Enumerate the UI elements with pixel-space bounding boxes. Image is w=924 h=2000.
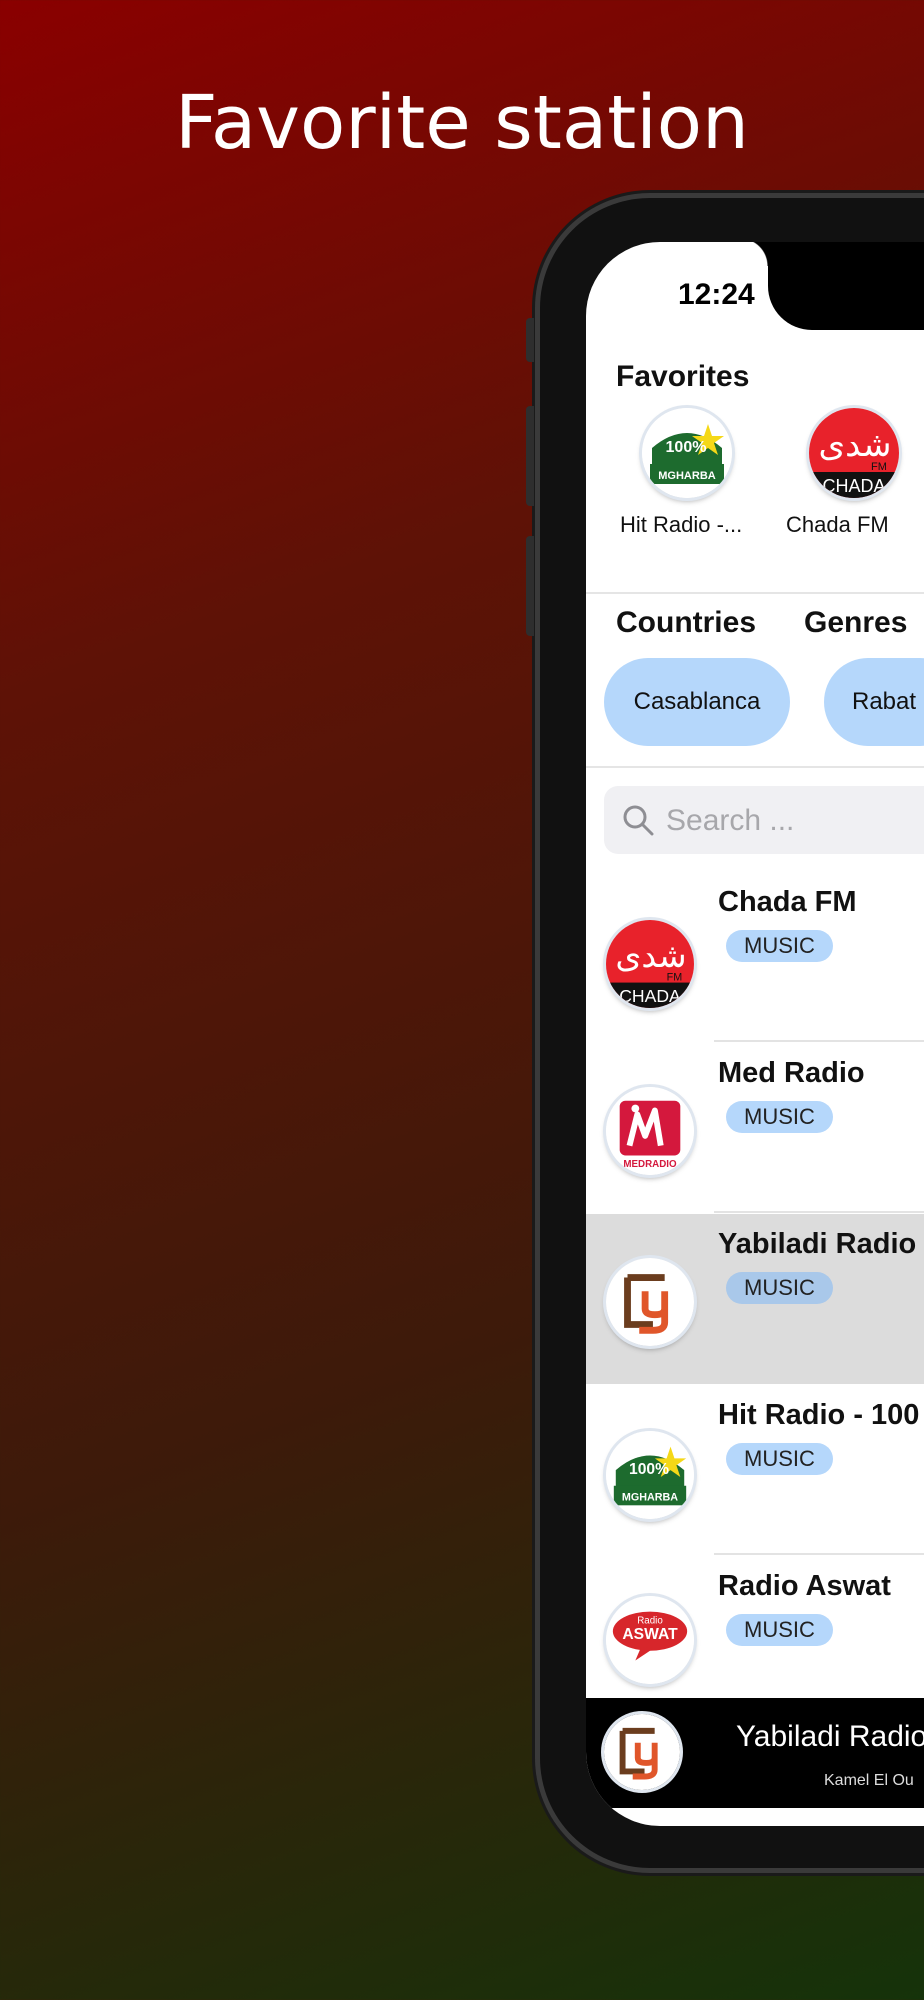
svg-text:100%: 100% (666, 439, 707, 456)
svg-text:MGHARBA: MGHARBA (658, 470, 715, 482)
genres-tab[interactable]: Genres (804, 606, 907, 640)
notch (740, 242, 924, 330)
hit-radio-logo: 100% MGHARBA (642, 408, 732, 498)
genre-badge: MUSIC (726, 930, 833, 962)
yabiladi-logo (604, 1714, 680, 1790)
favorite-item-chada-fm[interactable]: شدى FM CHADA Chada FM (771, 402, 924, 542)
search-input[interactable] (664, 796, 924, 846)
svg-text:MEDRADIO: MEDRADIO (623, 1159, 677, 1170)
genre-badge: MUSIC (726, 1443, 833, 1475)
genre-badge: MUSIC (726, 1614, 833, 1646)
station-row-chada-fm[interactable]: شدى FM CHADA Chada FM MUSIC (586, 872, 924, 1042)
favorites-title: Favorites (616, 360, 750, 393)
station-name: Chada FM (718, 886, 857, 918)
station-row-yabiladi-radio[interactable]: Yabiladi Radio MUSIC (586, 1214, 924, 1384)
countries-tab[interactable]: Countries (616, 606, 756, 640)
station-name: Yabiladi Radio (718, 1228, 917, 1260)
chada-fm-logo: شدى FM CHADA (606, 920, 694, 1008)
row-separator (714, 1040, 924, 1042)
station-name: Hit Radio - 100 (718, 1399, 920, 1431)
station-row-med-radio[interactable]: MEDRADIO Med Radio MUSIC (586, 1043, 924, 1213)
station-row-hit-radio[interactable]: 100% MGHARBA Hit Radio - 100 MUSIC (586, 1385, 924, 1555)
now-playing-subtitle: Kamel El Ou (824, 1772, 914, 1789)
phone-screen: 12:24 Favorites 100% MGHARBA Hit Radio -… (586, 242, 924, 1826)
hit-radio-logo: 100% MGHARBA (606, 1431, 694, 1519)
svg-text:شدى: شدى (615, 936, 686, 975)
favorite-label: Hit Radio -... (620, 512, 743, 537)
genre-badge: MUSIC (726, 1101, 833, 1133)
now-playing-title: Yabiladi Radio (736, 1720, 924, 1753)
row-separator (714, 1211, 924, 1213)
svg-text:100%: 100% (629, 1461, 669, 1478)
yabiladi-logo (606, 1258, 694, 1346)
svg-text:Radio: Radio (637, 1615, 663, 1626)
headline: Favorite station (175, 80, 749, 166)
svg-text:CHADA: CHADA (822, 476, 885, 496)
svg-text:FM: FM (871, 461, 887, 473)
volume-down-button (526, 536, 534, 636)
chada-fm-logo: شدى FM CHADA (809, 408, 899, 498)
station-name: Med Radio (718, 1057, 865, 1089)
station-name: Radio Aswat (718, 1570, 891, 1602)
search-bar[interactable] (604, 786, 924, 854)
svg-text:FM: FM (667, 972, 683, 984)
svg-text:شدى: شدى (819, 425, 892, 465)
row-separator (714, 1553, 924, 1555)
svg-text:MGHARBA: MGHARBA (622, 1491, 678, 1503)
favorite-label: Chada FM (786, 512, 889, 537)
mute-switch (526, 318, 534, 362)
svg-text:ASWAT: ASWAT (622, 1626, 678, 1643)
genre-badge: MUSIC (726, 1272, 833, 1304)
favorite-item-hit-radio[interactable]: 100% MGHARBA Hit Radio -... (586, 402, 771, 542)
med-radio-logo: MEDRADIO (606, 1087, 694, 1175)
chip-casablanca[interactable]: Casablanca (604, 658, 790, 746)
status-time: 12:24 (678, 278, 755, 311)
svg-text:CHADA: CHADA (619, 986, 681, 1006)
divider (586, 592, 924, 594)
chip-rabat[interactable]: Rabat (824, 658, 924, 746)
volume-up-button (526, 406, 534, 506)
aswat-logo: Radio ASWAT (606, 1596, 694, 1684)
phone-frame: 12:24 Favorites 100% MGHARBA Hit Radio -… (526, 198, 924, 1868)
search-icon (623, 805, 654, 836)
now-playing-bar[interactable]: Yabiladi Radio Kamel El Ou (586, 1698, 924, 1808)
divider (586, 766, 924, 768)
